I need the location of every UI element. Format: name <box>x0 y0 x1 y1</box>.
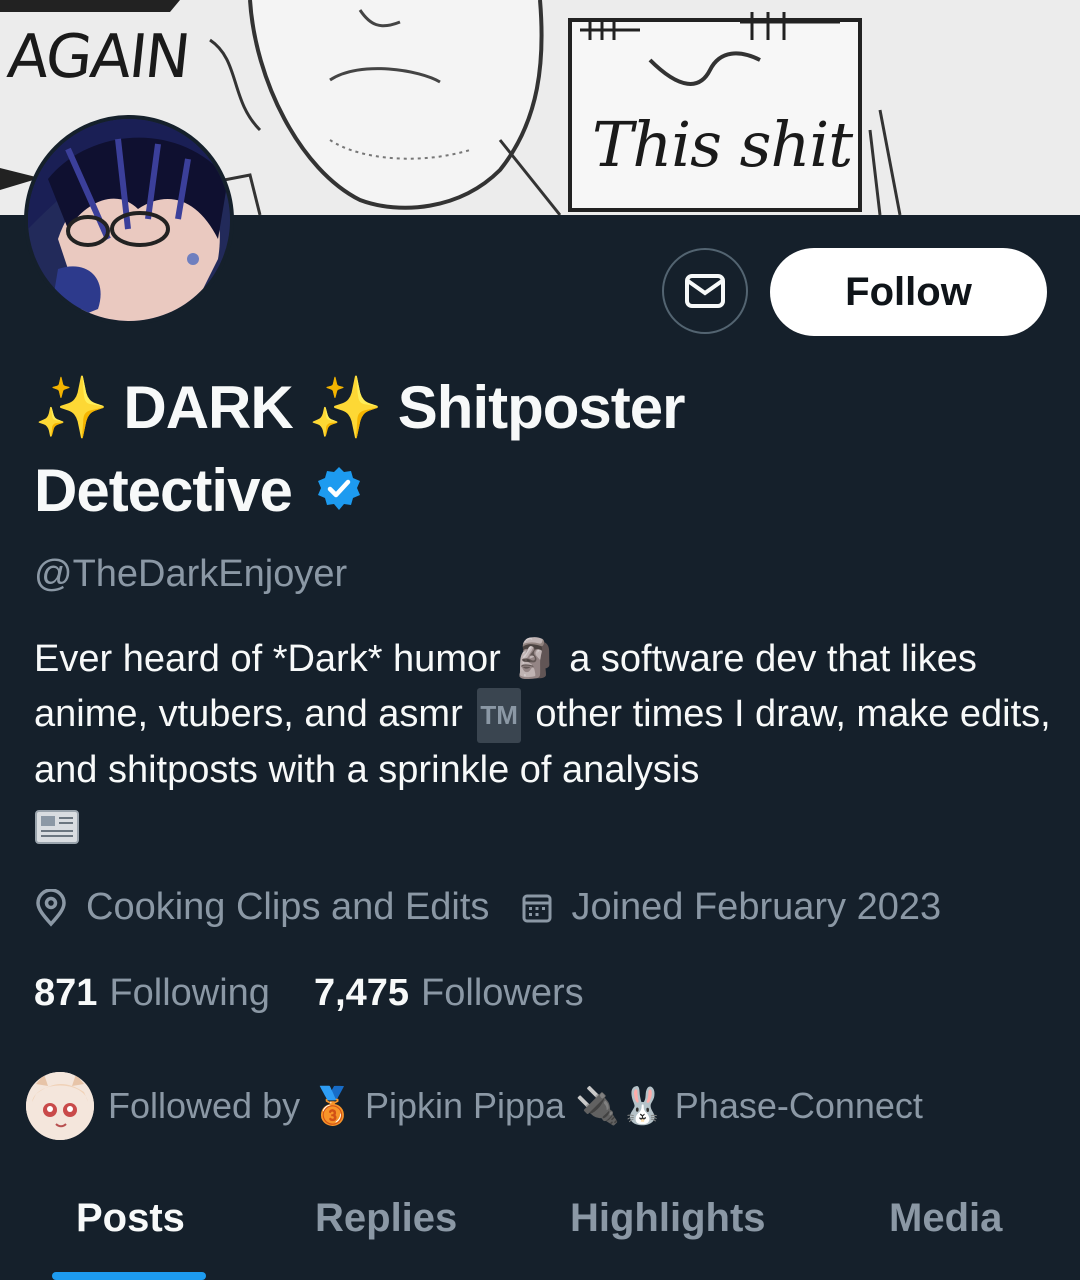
banner-text-again: AGAIN <box>4 22 192 92</box>
follower-avatar <box>26 1072 94 1140</box>
sparkle-icon: ✨ <box>34 374 109 441</box>
display-name-part-1: DARK <box>123 374 293 441</box>
newspaper-icon <box>35 810 79 845</box>
tab-highlights[interactable]: Highlights <box>570 1196 766 1241</box>
envelope-icon <box>685 274 725 308</box>
followers-label: Followers <box>421 972 584 1014</box>
calendar-icon <box>522 894 552 922</box>
following-link[interactable]: 871 Following <box>34 972 270 1015</box>
follower-avatar-image <box>26 1072 94 1140</box>
followed-by-label: Followed by <box>108 1085 301 1126</box>
location-pin-icon <box>36 888 66 927</box>
followed-by-name-1: Pipkin Pippa <box>364 1085 566 1126</box>
followed-by-row[interactable]: Followed by 🥉 Pipkin Pippa 🔌 🐰 Phase-Con… <box>26 1072 923 1140</box>
tab-media[interactable]: Media <box>889 1196 1002 1241</box>
rabbit-icon: 🐰 <box>619 1085 665 1126</box>
banner-text-sign: This shit <box>592 108 853 181</box>
following-count: 871 <box>34 972 98 1014</box>
profile-bio: Ever heard of *Dark* humor 🗿 a software … <box>34 632 1054 853</box>
profile-avatar[interactable] <box>24 115 234 325</box>
verified-badge-icon[interactable] <box>315 465 363 513</box>
moai-emoji-icon: 🗿 <box>511 638 559 680</box>
message-button[interactable] <box>662 248 748 334</box>
profile-handle: @TheDarkEnjoyer <box>34 553 348 595</box>
medal-icon: 🥉 <box>310 1085 355 1126</box>
follow-counts: 871 Following 7,475 Followers <box>34 972 628 1015</box>
location-text: Cooking Clips and Edits <box>86 886 490 928</box>
location-item: Cooking Clips and Edits <box>34 886 489 929</box>
display-name-part-2: Shitposter <box>397 374 686 441</box>
followers-count: 7,475 <box>313 972 410 1014</box>
followed-by-name-2: Phase-Connect <box>674 1085 923 1126</box>
display-name: ✨ DARK ✨ Shitposter Detective <box>34 366 794 532</box>
tab-posts[interactable]: Posts <box>76 1196 185 1241</box>
profile-tabs: Posts Replies Highlights Media <box>0 1176 1080 1276</box>
profile-meta: Cooking Clips and Edits Joined February … <box>34 886 973 929</box>
following-label: Following <box>109 972 270 1014</box>
plug-icon: 🔌 <box>575 1085 620 1126</box>
trademark-icon: TM <box>477 688 521 744</box>
tab-replies[interactable]: Replies <box>315 1196 457 1241</box>
display-name-part-3: Detective <box>34 457 293 524</box>
bio-text: Ever heard of *Dark* humor <box>34 638 501 680</box>
active-tab-indicator <box>52 1272 206 1280</box>
avatar-image <box>28 119 230 321</box>
followers-link[interactable]: 7,475 Followers <box>314 972 584 1015</box>
joined-item: Joined February 2023 <box>521 886 941 929</box>
joined-text: Joined February 2023 <box>571 886 942 928</box>
follow-button[interactable]: Follow <box>770 248 1047 336</box>
sparkle-icon: ✨ <box>308 374 383 441</box>
